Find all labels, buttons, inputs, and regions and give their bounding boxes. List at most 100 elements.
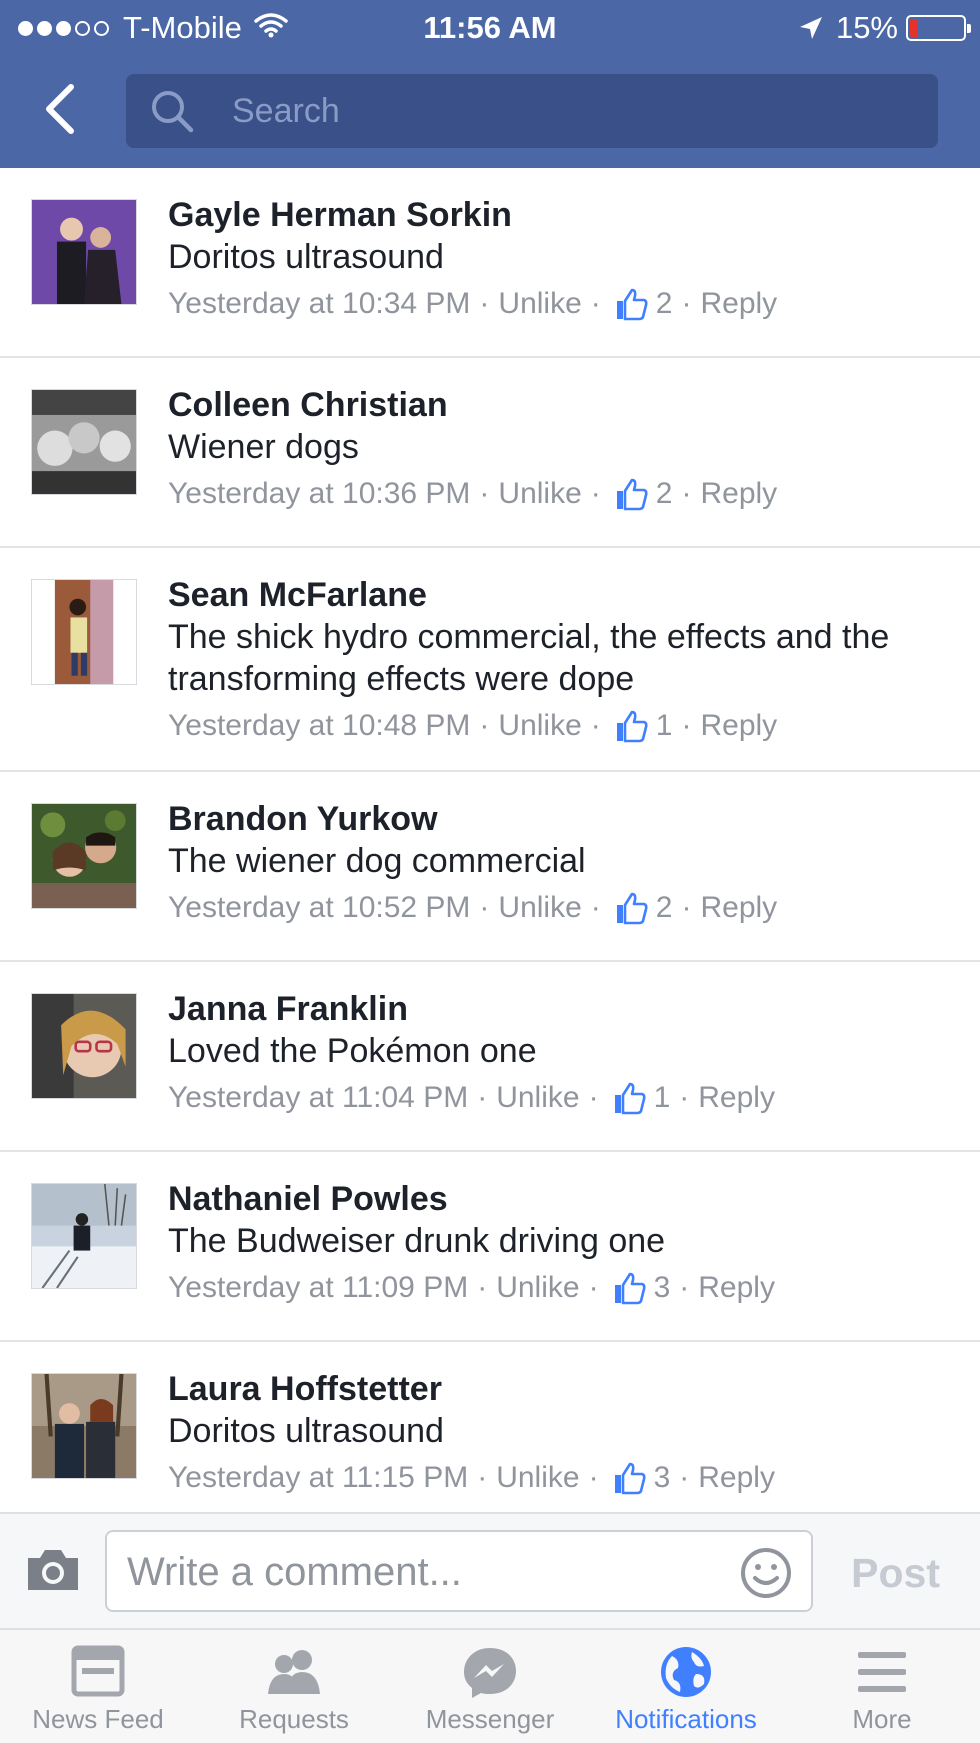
thumbs-up-icon bbox=[612, 1271, 646, 1305]
comment-timestamp: Yesterday at 11:09 PM bbox=[168, 1271, 469, 1304]
back-button[interactable] bbox=[30, 78, 90, 144]
comment-text: Wiener dogs bbox=[168, 428, 359, 466]
thumbs-up-icon bbox=[614, 891, 648, 925]
tab-news-feed[interactable]: News Feed bbox=[0, 1630, 196, 1743]
like-count[interactable]: 3 bbox=[654, 1456, 671, 1500]
commenter-name[interactable]: Sean McFarlane bbox=[168, 574, 940, 616]
separator-dot: · bbox=[681, 287, 692, 320]
like-count[interactable]: 1 bbox=[656, 704, 673, 748]
separator-dot: · bbox=[590, 287, 601, 320]
like-count[interactable]: 2 bbox=[656, 472, 673, 516]
unlike-button[interactable]: Unlike bbox=[496, 1456, 579, 1500]
separator-dot: · bbox=[679, 1461, 690, 1494]
separator-dot: · bbox=[679, 1081, 690, 1114]
comment-timestamp: Yesterday at 10:48 PM bbox=[168, 709, 471, 742]
news-feed-icon bbox=[68, 1644, 128, 1700]
reply-button[interactable]: Reply bbox=[700, 472, 777, 516]
unlike-button[interactable]: Unlike bbox=[498, 282, 581, 326]
comment-composer: Write a comment... Post bbox=[0, 1512, 980, 1628]
search-placeholder: Search bbox=[232, 91, 340, 130]
comment-body: Janna Franklin Loved the Pokémon one Yeste… bbox=[168, 962, 980, 1120]
status-bar: T-Mobile 11:56 AM 15% bbox=[0, 0, 980, 56]
avatar[interactable] bbox=[31, 803, 137, 909]
comment-item: Laura Hoffstetter Doritos ultrasound Yeste… bbox=[0, 1342, 980, 1512]
unlike-button[interactable]: Unlike bbox=[498, 704, 581, 748]
like-count[interactable]: 3 bbox=[654, 1266, 671, 1310]
unlike-button[interactable]: Unlike bbox=[496, 1076, 579, 1120]
comment-meta: Yesterday at 10:36 PM · Unlike · 2 · Reply bbox=[168, 472, 940, 516]
comment-meta: Yesterday at 11:15 PM · Unlike · 3 · Reply bbox=[168, 1456, 940, 1500]
unlike-button[interactable]: Unlike bbox=[498, 472, 581, 516]
comment-timestamp: Yesterday at 10:36 PM bbox=[168, 477, 471, 510]
tab-label: Notifications bbox=[615, 1704, 757, 1734]
tab-label: Requests bbox=[239, 1704, 349, 1734]
comment-item: Nathaniel Powles The Budweiser drunk driv… bbox=[0, 1152, 980, 1342]
avatar[interactable] bbox=[31, 579, 137, 685]
emoji-icon[interactable] bbox=[739, 1546, 793, 1600]
messenger-icon bbox=[460, 1644, 520, 1700]
avatar[interactable] bbox=[31, 993, 137, 1099]
avatar[interactable] bbox=[31, 199, 137, 305]
tab-messenger[interactable]: Messenger bbox=[392, 1630, 588, 1743]
reply-button[interactable]: Reply bbox=[700, 704, 777, 748]
separator-dot: · bbox=[679, 1271, 690, 1304]
tab-more[interactable]: More bbox=[784, 1630, 980, 1743]
reply-button[interactable]: Reply bbox=[698, 1266, 775, 1310]
comment-item: Brandon Yurkow The wiener dog commercial Y… bbox=[0, 772, 980, 962]
avatar[interactable] bbox=[31, 389, 137, 495]
search-input[interactable]: Search bbox=[126, 74, 938, 148]
commenter-name[interactable]: Gayle Herman Sorkin bbox=[168, 194, 940, 236]
comment-item: Colleen Christian Wiener dogs Yesterday at… bbox=[0, 358, 980, 548]
globe-icon bbox=[656, 1644, 716, 1700]
camera-icon[interactable] bbox=[24, 1544, 82, 1596]
chevron-left-icon bbox=[43, 83, 77, 140]
comment-input[interactable]: Write a comment... bbox=[105, 1530, 813, 1612]
commenter-name[interactable]: Janna Franklin bbox=[168, 988, 940, 1030]
like-count[interactable]: 2 bbox=[656, 886, 673, 930]
commenter-name[interactable]: Nathaniel Powles bbox=[168, 1178, 940, 1220]
tab-notifications[interactable]: Notifications bbox=[588, 1630, 784, 1743]
comment-body: Nathaniel Powles The Budweiser drunk driv… bbox=[168, 1152, 980, 1310]
like-count[interactable]: 1 bbox=[654, 1076, 671, 1120]
comment-body: Gayle Herman Sorkin Doritos ultrasound Yes… bbox=[168, 168, 980, 326]
comment-item: Gayle Herman Sorkin Doritos ultrasound Yes… bbox=[0, 168, 980, 358]
comment-text: The wiener dog commercial bbox=[168, 842, 586, 880]
separator-dot: · bbox=[681, 709, 692, 742]
tab-requests[interactable]: Requests bbox=[196, 1630, 392, 1743]
like-count[interactable]: 2 bbox=[656, 282, 673, 326]
separator-dot: · bbox=[590, 477, 601, 510]
separator-dot: · bbox=[590, 891, 601, 924]
battery-percentage: 15% bbox=[835, 10, 898, 45]
separator-dot: · bbox=[477, 1081, 488, 1114]
unlike-button[interactable]: Unlike bbox=[498, 886, 581, 930]
comment-body: Laura Hoffstetter Doritos ultrasound Yeste… bbox=[168, 1342, 980, 1500]
comment-timestamp: Yesterday at 10:52 PM bbox=[168, 891, 471, 924]
comment-meta: Yesterday at 11:04 PM · Unlike · 1 · Reply bbox=[168, 1076, 940, 1120]
thumbs-up-icon bbox=[614, 287, 648, 321]
reply-button[interactable]: Reply bbox=[700, 886, 777, 930]
commenter-name[interactable]: Colleen Christian bbox=[168, 384, 940, 426]
comment-body: Brandon Yurkow The wiener dog commercial Y… bbox=[168, 772, 980, 930]
comment-body: Colleen Christian Wiener dogs Yesterday at… bbox=[168, 358, 980, 516]
comment-list[interactable]: Gayle Herman Sorkin Doritos ultrasound Yes… bbox=[0, 168, 980, 1512]
commenter-name[interactable]: Brandon Yurkow bbox=[168, 798, 940, 840]
comment-meta: Yesterday at 11:09 PM · Unlike · 3 · Reply bbox=[168, 1266, 940, 1310]
reply-button[interactable]: Reply bbox=[700, 282, 777, 326]
comment-text: Doritos ultrasound bbox=[168, 238, 444, 276]
avatar[interactable] bbox=[31, 1183, 137, 1289]
post-button[interactable]: Post bbox=[851, 1550, 940, 1597]
reply-button[interactable]: Reply bbox=[698, 1456, 775, 1500]
comment-item: Sean McFarlane The shick hydro commercial… bbox=[0, 548, 980, 772]
separator-dot: · bbox=[681, 891, 692, 924]
separator-dot: · bbox=[588, 1081, 599, 1114]
tab-label: News Feed bbox=[32, 1704, 164, 1734]
thumbs-up-icon bbox=[614, 709, 648, 743]
reply-button[interactable]: Reply bbox=[698, 1076, 775, 1120]
bottom-tab-bar: News Feed Requests Messenger Notifications M… bbox=[0, 1628, 980, 1743]
avatar[interactable] bbox=[31, 1373, 137, 1479]
battery-level-fill bbox=[910, 19, 918, 37]
thumbs-up-icon bbox=[612, 1081, 646, 1115]
unlike-button[interactable]: Unlike bbox=[496, 1266, 579, 1310]
comment-meta: Yesterday at 10:52 PM · Unlike · 2 · Reply bbox=[168, 886, 940, 930]
commenter-name[interactable]: Laura Hoffstetter bbox=[168, 1368, 940, 1410]
